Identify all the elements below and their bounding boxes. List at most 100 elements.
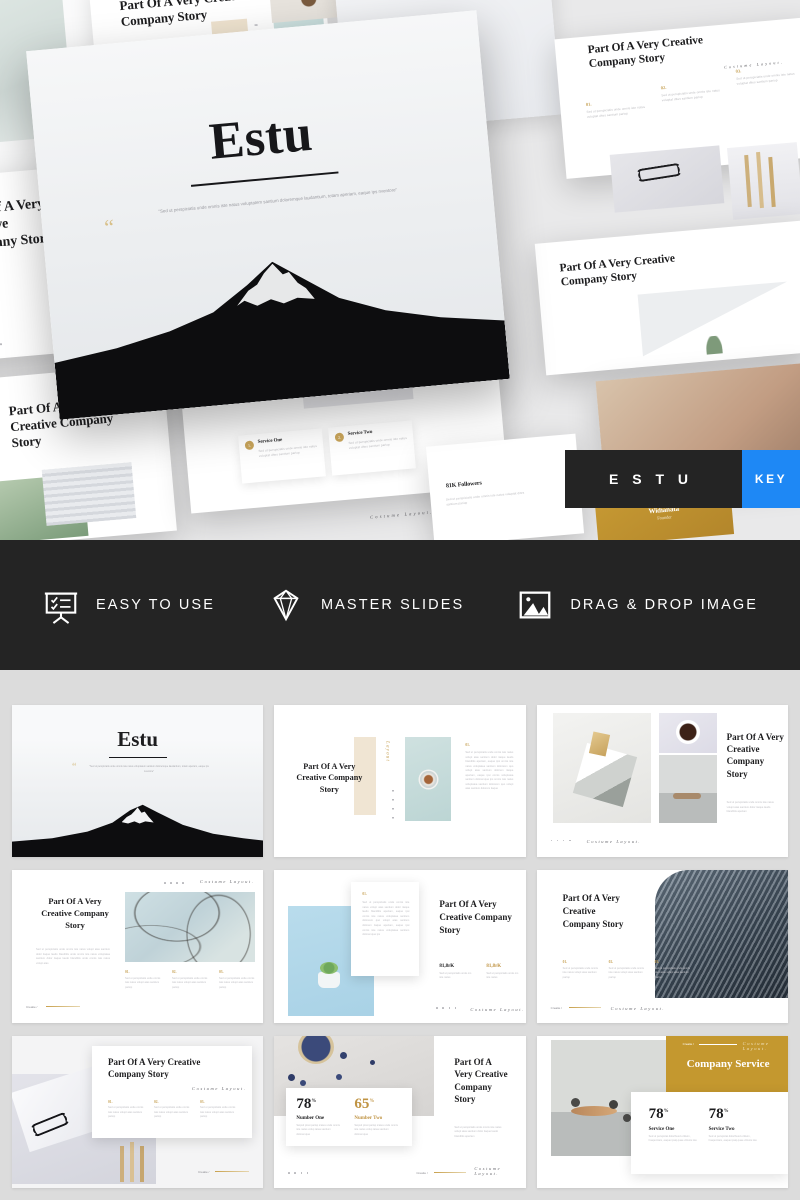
thumb4-body: Sed ut perspiciatis unde omnis iste natu… bbox=[36, 948, 110, 965]
thumb2-body-num: 01. bbox=[465, 743, 470, 747]
thumb3-caption: Costume Layout. bbox=[586, 839, 642, 845]
list-item: 02. Sed ut perspiciatis unde omnis iste … bbox=[608, 960, 644, 979]
list-item: 01. Sed ut perspiciatis unde omnis iste … bbox=[125, 970, 161, 989]
thumb8-stat2-text: Seipsit ptost parisp icates unde omnis i… bbox=[354, 1123, 398, 1136]
thumb5-dots bbox=[436, 1007, 457, 1009]
thumb8-dots bbox=[288, 1172, 309, 1174]
service-two-badge: 2. bbox=[334, 432, 345, 443]
thumb8-stat2-label: Number Two bbox=[354, 1115, 383, 1121]
backdrop-photo-coffee-top bbox=[268, 0, 342, 23]
thumb9-caption: Costume Layout. bbox=[742, 1040, 770, 1051]
thumb8-stat1-value: 78% bbox=[296, 1095, 317, 1112]
thumb5-title: Part Of A Very Creative Company Story bbox=[439, 899, 512, 935]
thumb6-title: Part Of A Very Creative Company Story bbox=[562, 893, 624, 929]
list-item: 02. Sed ut perspiciatis unde omnis iste … bbox=[660, 84, 720, 102]
berry-dot bbox=[336, 1073, 343, 1080]
thumb7-caption: Costume Layout. bbox=[192, 1085, 247, 1091]
percent-sign: % bbox=[369, 1098, 375, 1104]
list-item: 01. Sed ut perspiciatis unde omnis iste … bbox=[108, 1099, 144, 1119]
mockup-photo-pencils-right bbox=[726, 142, 800, 220]
thumb7-items: 01. Sed ut perspiciatis unde omnis iste … bbox=[108, 1100, 238, 1120]
thumb5-stats: 81,8rK Sed ut perspiciatis unde om iste … bbox=[439, 964, 519, 981]
thumb8-stat2-value: 65% bbox=[354, 1095, 375, 1112]
slide-thumbnail-grid: Estu “ "Sed ut perspiciatis unde omnis i… bbox=[0, 670, 800, 1200]
list-item: 01. Sed ut perspiciatis unde omnis iste … bbox=[562, 960, 598, 979]
image-placeholder-icon bbox=[519, 591, 551, 619]
pencil-icon bbox=[140, 1145, 144, 1182]
list-item: 03. Sed ut perspiciatis unde omnis iste … bbox=[219, 970, 255, 989]
mockup-services-caption: Costume Layout. bbox=[369, 509, 434, 520]
thumb-cover-slide[interactable]: Estu “ "Sed ut perspiciatis unde omnis i… bbox=[12, 705, 264, 858]
thumb6-items: 01. Sed ut perspiciatis unde omnis iste … bbox=[563, 960, 691, 980]
thumb-clouds-slide[interactable]: Part Of A Very Creative Company Story 01… bbox=[536, 870, 788, 1023]
thumb4-rule bbox=[46, 1005, 80, 1007]
thumb8-rule bbox=[434, 1171, 467, 1173]
feature-band: EASY TO USE MASTER SLIDES DRAG & DROP IM… bbox=[0, 540, 800, 670]
service-one-badge: 1. bbox=[244, 440, 255, 451]
stat-item: 78% Service Two Sed ut perspiciat dolori… bbox=[709, 1106, 765, 1144]
thumb-blueberry-stats-slide[interactable]: 78% Number One Seipsit ptost parisp icat… bbox=[274, 1035, 526, 1188]
thumb9-stat1-text: Sed ut perspiciat doloribusd ertiiuim, h… bbox=[648, 1134, 697, 1143]
presentation-template-preview: Part Of A Very Creative Company Story Pa… bbox=[0, 0, 800, 1200]
founder-role: Founder bbox=[657, 513, 672, 521]
thumb3-dots bbox=[550, 839, 571, 842]
badge-brand-text: E S T U bbox=[609, 471, 694, 487]
thumb-cover-quote-mark: “ bbox=[72, 762, 77, 773]
thumb4-caption: Costume Layout. bbox=[200, 879, 255, 885]
thumb9-stat1-value: 78% bbox=[648, 1105, 669, 1122]
feature-drag-drop-image: DRAG & DROP IMAGE bbox=[490, 586, 784, 624]
thumb6-rule bbox=[568, 1006, 601, 1008]
stat-item: 65% Number Two Seipsit ptost parisp icat… bbox=[354, 1096, 406, 1138]
thumb8-stat1-text: Seipsit ptost parisp icates unde omnis i… bbox=[296, 1123, 340, 1136]
thumb-layout-coffee-slide[interactable]: Part Of A Very Creative Company Story La… bbox=[274, 705, 526, 858]
thumb8-caption: Costume Layout. bbox=[474, 1165, 502, 1176]
mockup-photo-glasses-right bbox=[609, 145, 725, 213]
thumb5-card-body: Sed ut perspiciatis unde omnis iste natu… bbox=[362, 901, 410, 937]
feature-master-slides: MASTER SLIDES bbox=[241, 586, 490, 624]
thumb9-title: Company Service bbox=[686, 1057, 770, 1070]
thumb5-card-num: 01. bbox=[362, 892, 367, 897]
presentation-board-icon bbox=[44, 592, 78, 624]
berry-dot bbox=[570, 1097, 580, 1107]
thumb-three-column-slide[interactable]: Costume Layout. Part Of A Very Creative … bbox=[12, 870, 264, 1023]
thumb9-stat2-text: Sed ut perspiciat doloribusd ertiiuim, h… bbox=[708, 1134, 757, 1143]
thumb2-body: Sed ut perspiciatis unde omnis iste natu… bbox=[465, 751, 514, 791]
thumb8-brand-tag: Creatie / bbox=[416, 1170, 428, 1175]
berry-dot bbox=[288, 1073, 296, 1081]
thumb2-dot-column bbox=[392, 790, 394, 820]
thumb2-title: Part Of A Very Creative Company Story bbox=[296, 762, 363, 794]
thumb-gallery-slide[interactable]: Part Of A Very Creative Company Story Se… bbox=[536, 705, 788, 858]
hero-cover-slide[interactable]: Estu “ "Sed ut perspiciatis unde omnis i… bbox=[26, 10, 510, 420]
pencil-icon bbox=[120, 1145, 124, 1182]
thumb3-title: Part Of A Very Creative Company Story bbox=[726, 732, 784, 779]
berry-dot bbox=[340, 1051, 348, 1059]
thumb9-stat2-label: Service Two bbox=[708, 1126, 735, 1132]
thumb6-caption: Costume Layout. bbox=[610, 1005, 666, 1011]
thumb8-stat1-label: Number One bbox=[296, 1115, 325, 1121]
pencil-icon bbox=[130, 1141, 134, 1182]
thumb4-items: 01. Sed ut perspiciatis unde omnis iste … bbox=[125, 970, 257, 990]
thumb-cover-title: Estu bbox=[117, 727, 159, 751]
thumb4-title: Part Of A Very Creative Company Story bbox=[41, 897, 109, 930]
thumb-cover-underline bbox=[108, 757, 167, 759]
blinds-shape bbox=[41, 462, 137, 526]
feature-easy-to-use: EASY TO USE bbox=[16, 586, 241, 624]
thumb4-dots bbox=[164, 882, 184, 884]
service-card-one: 1. Service One Sed ut perspiciatis unde … bbox=[238, 428, 326, 484]
thumb9-brand-tag: Creatie / bbox=[682, 1041, 694, 1046]
thumb8-body: Sed ut perspiciatis unde omnis iste natu… bbox=[454, 1125, 502, 1138]
thumb4-abstract-lines bbox=[125, 892, 255, 963]
thumb3-photo-minimal bbox=[658, 755, 717, 823]
thumb5-plant-pot bbox=[318, 972, 341, 989]
list-item: 03. Sed ut perspiciatis unde omnis iste … bbox=[735, 68, 795, 86]
estu-key-badge[interactable]: E S T U KEY bbox=[565, 450, 800, 508]
thumb-plant-card-slide[interactable]: 01. Sed ut perspiciatis unde omnis iste … bbox=[274, 870, 526, 1023]
stat-item: 78% Number One Seipsit ptost parisp icat… bbox=[296, 1096, 348, 1138]
berry-dot bbox=[622, 1113, 631, 1122]
thumb-glasses-card-slide[interactable]: Part Of A Very Creative Company Story Co… bbox=[12, 1035, 264, 1188]
thumb3-body: Sed ut perspiciatis unde omnis iste natu… bbox=[726, 801, 774, 814]
thumb-company-service-slide[interactable]: Creatie / Costume Layout. Company Servic… bbox=[536, 1035, 788, 1188]
list-item: 03. Sed ut perspiciatis unde omnis iste … bbox=[654, 960, 690, 979]
thumb7-rule bbox=[215, 1170, 250, 1172]
feature-master-slides-label: MASTER SLIDES bbox=[320, 597, 465, 613]
